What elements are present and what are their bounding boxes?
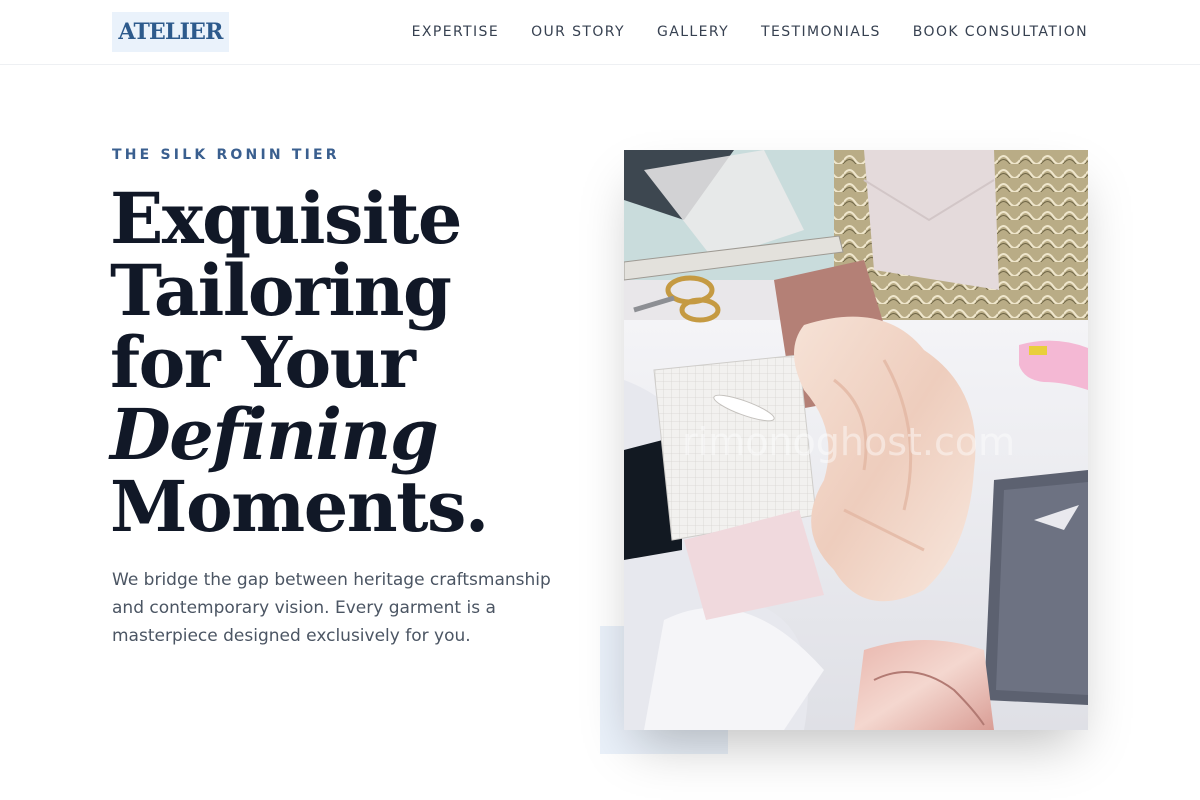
watermark-text: rimonoghost.com [682,420,1015,464]
fabric-flatlay-illustration: rimonoghost.com [624,150,1088,730]
hero-headline: Exquisite Tailoring for Your Defining Mo… [110,183,580,543]
headline-line-3: for Your [110,321,416,404]
nav-link-our-story[interactable]: OUR STORY [531,22,625,42]
nav-link-book-consultation[interactable]: BOOK CONSULTATION [913,22,1088,42]
headline-line-5: Moments. [110,465,489,548]
headline-line-2: Tailoring [110,249,452,332]
logo[interactable]: ATELIER [112,12,229,52]
logo-text: ATELIER [118,19,223,45]
headline-line-4-italic: Defining [110,393,439,476]
nav-link-testimonials[interactable]: TESTIMONIALS [761,22,881,42]
nav-link-expertise[interactable]: EXPERTISE [412,22,499,42]
headline-line-1: Exquisite [110,177,462,260]
main-nav: EXPERTISE OUR STORY GALLERY TESTIMONIALS… [412,22,1088,42]
site-header: ATELIER EXPERTISE OUR STORY GALLERY TEST… [0,0,1200,65]
hero-description: We bridge the gap between heritage craft… [112,570,551,646]
hero-image: rimonoghost.com [624,150,1088,730]
nav-link-gallery[interactable]: GALLERY [657,22,729,42]
hero-eyebrow: THE SILK RONIN TIER [112,147,340,163]
